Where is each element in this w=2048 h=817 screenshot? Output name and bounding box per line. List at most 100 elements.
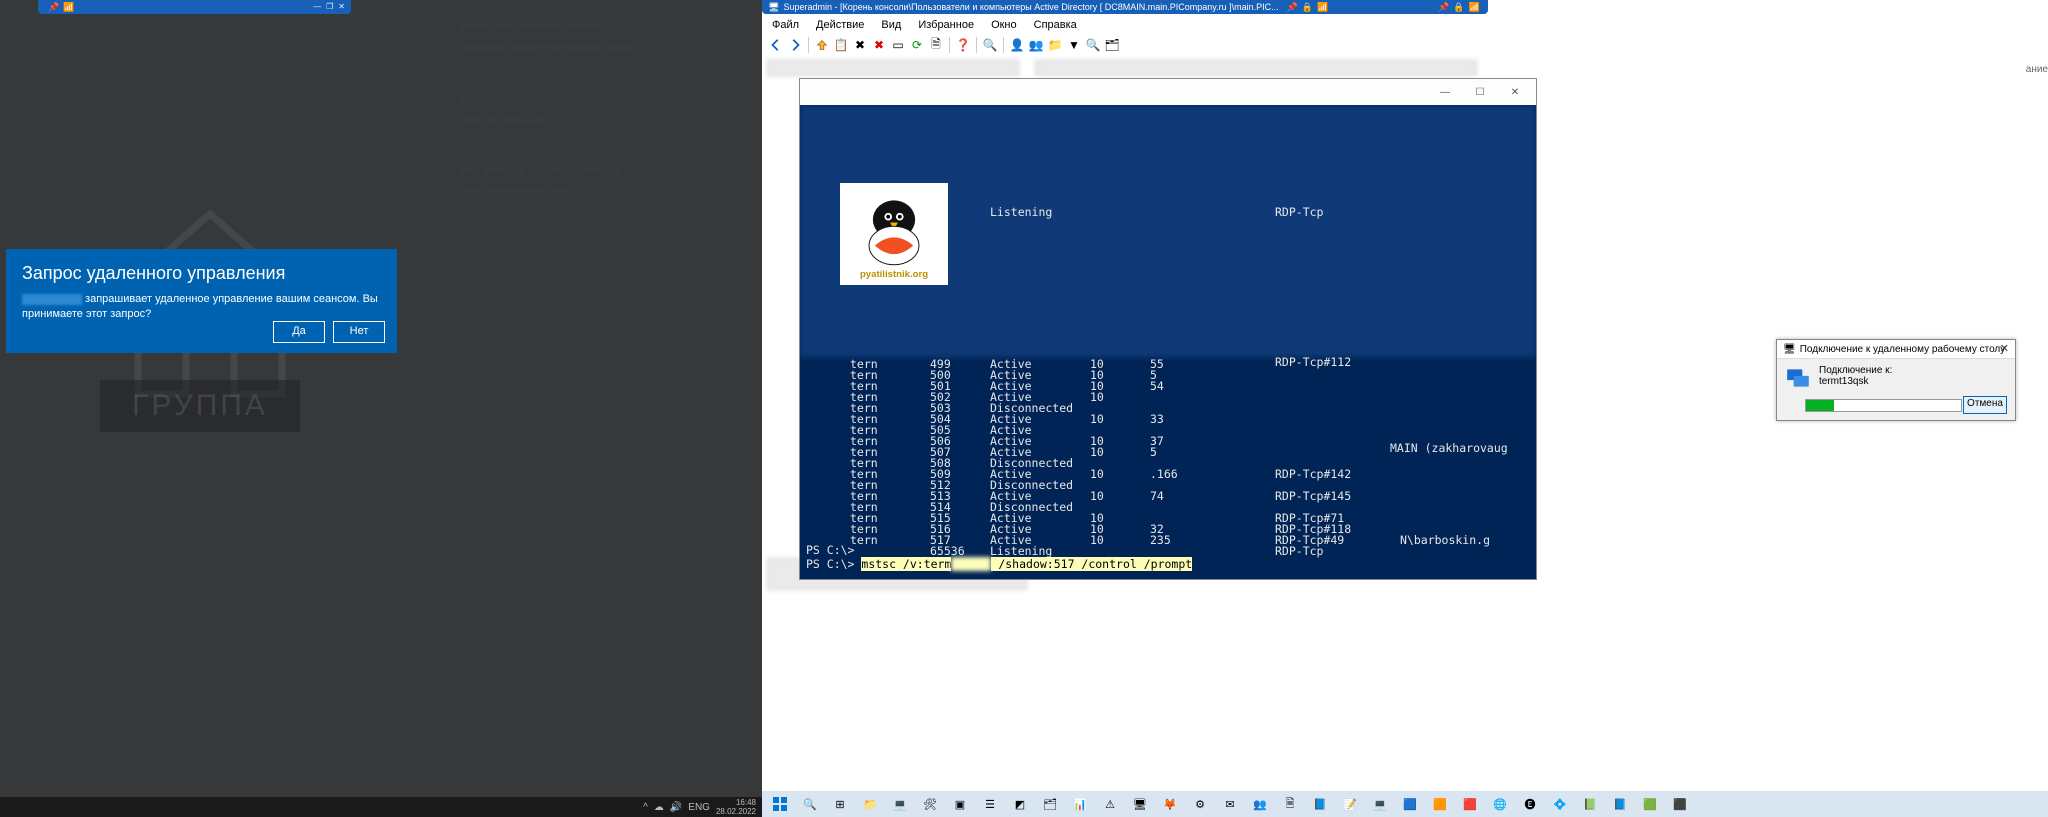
rdp-icon[interactable]: 🖥 [1126,793,1154,815]
remote-control-request-dialog: Запрос удаленного управления запрашивает… [6,249,397,353]
app-icon[interactable]: 🟥 [1456,793,1484,815]
find2-icon[interactable]: 🔍 [1085,37,1101,53]
new-group-icon[interactable]: 👥 [1028,37,1044,53]
powershell-window[interactable]: — ☐ ✕ tern499Active1055tern500Active105t… [799,78,1537,580]
ps-cell: 10 [1090,445,1104,459]
new-user-icon[interactable]: 👤 [1009,37,1025,53]
taskview-icon[interactable]: ⊞ [826,793,854,815]
mmc-icon: 🖥 [768,2,779,13]
bg-blur-text: ■■■■■ ■■■ ■■■■■■■ ■■■■■ [460,20,602,32]
lock-icon: 🔒 [1453,2,1464,13]
ps-top-proto: RDP-Tcp [1275,205,1323,219]
word-icon[interactable]: 📘 [1606,793,1634,815]
mmc-title-bar[interactable]: 🖥 Superadmin - [Корень консоли\Пользоват… [762,0,1488,14]
menu-file[interactable]: Файл [770,18,801,32]
app-icon[interactable]: 🟧 [1426,793,1454,815]
app-icon[interactable]: 🟦 [1396,793,1424,815]
search-icon[interactable]: 🔍 [796,793,824,815]
app-icon[interactable]: 🗎 [1276,793,1304,815]
ps-cell: 10 [1090,533,1104,547]
pin-icon: 📌 [1438,2,1449,13]
yes-button[interactable]: Да [273,321,325,343]
app-icon[interactable]: 🟩 [1636,793,1664,815]
tray-lang[interactable]: ENG [688,802,710,813]
tree-icon[interactable]: 🗂 [1104,37,1120,53]
teams-icon[interactable]: 👥 [1246,793,1274,815]
ps-cell: 10 [1090,489,1104,503]
app-icon[interactable]: 💠 [1546,793,1574,815]
forward-icon[interactable] [787,37,803,53]
close-icon[interactable]: ✕ [2000,342,2009,355]
delete-icon[interactable]: ✖ [871,37,887,53]
firefox-icon[interactable]: 🦊 [1156,793,1184,815]
tray-up-icon[interactable]: ^ [643,802,648,813]
ps-cmd-line: PS C:\> mstsc /v:term /shadow:517 /contr… [806,557,1192,571]
close-icon[interactable]: ✕ [1498,83,1532,103]
edge-icon[interactable]: 🅔 [1516,793,1544,815]
minimize-icon[interactable]: — [1428,83,1462,103]
rdp-host: termt13qsk [1819,376,1892,387]
powershell-body: tern499Active1055tern500Active105tern501… [800,105,1536,579]
ps-cell: 65536 [930,544,965,558]
new-ou-icon[interactable]: 📁 [1047,37,1063,53]
app-icon[interactable]: 📊 [1066,793,1094,815]
ps-cell: RDP-Tcp#145 [1275,489,1351,503]
properties-icon[interactable]: ▭ [890,37,906,53]
bg-blur-text: ■■■■■■■ ■■■■■ ■■ ■■■■■■ ■■■■ [460,42,632,54]
filter-icon[interactable]: ▼ [1066,37,1082,53]
ps-cell: 10 [1090,390,1104,404]
menu-view[interactable]: Вид [879,18,903,32]
ps-cell: 5 [1150,445,1157,459]
back-icon[interactable] [768,37,784,53]
up-icon[interactable] [814,37,830,53]
excel-icon[interactable]: 📗 [1576,793,1604,815]
second-session-bar[interactable]: 📌 🔒 📶 [1432,0,1482,14]
pin-icon: 📌 [48,2,59,13]
rdp-connecting-dialog: 🖥 Подключение к удаленному рабочему стол… [1776,339,2016,421]
find-icon[interactable]: 🔍 [982,37,998,53]
cut-icon[interactable]: 📋 [833,37,849,53]
ps-cell: 54 [1150,379,1164,393]
menu-help[interactable]: Справка [1032,18,1079,32]
minimize-icon[interactable]: — [313,2,321,11]
app-icon[interactable]: ⚠ [1096,793,1124,815]
refresh-icon[interactable]: ⟳ [909,37,925,53]
powershell-title-bar[interactable]: — ☐ ✕ [800,79,1536,106]
start-button[interactable] [766,793,794,815]
tray-sound-icon[interactable]: 🔊 [670,802,682,813]
delete-spec-icon[interactable]: ✖ [852,37,868,53]
tool-icon[interactable]: 🛠 [916,793,944,815]
mmc-blur-header [767,60,1019,76]
app-icon[interactable]: ☰ [976,793,1004,815]
powershell-icon[interactable]: ▣ [946,793,974,815]
mmc-toolbar: 📋 ✖ ✖ ▭ ⟳ 🗎 ❓ 🔍 👤 👥 📁 ▼ 🔍 🗂 [762,34,2048,57]
menu-action[interactable]: Действие [814,18,866,32]
right-admin-screen: 🖥 Superadmin - [Корень консоли\Пользоват… [762,0,2048,817]
app-icon[interactable]: 📘 [1306,793,1334,815]
explorer-icon[interactable]: 📁 [856,793,884,815]
app-icon[interactable]: ⚙ [1186,793,1214,815]
rdp-session-bar[interactable]: 📌 📶 — ❐ ✕ [38,0,351,14]
no-button[interactable]: Нет [333,321,385,343]
outlook-icon[interactable]: ✉ [1216,793,1244,815]
menu-window[interactable]: Окно [989,18,1019,32]
app-icon[interactable]: 🗂 [1036,793,1064,815]
putty-icon[interactable]: 💻 [1366,793,1394,815]
right-taskbar: 🔍 ⊞ 📁 💻 🛠 ▣ ☰ ◩ 🗂 📊 ⚠ 🖥 🦊 ⚙ ✉ 👥 🗎 📘 📝 💻 … [762,791,2048,817]
app-icon[interactable]: ⬛ [1666,793,1694,815]
chrome-icon[interactable]: 🌐 [1486,793,1514,815]
svg-text:pyatilistnik.org: pyatilistnik.org [860,269,928,280]
menu-favorites[interactable]: Избранное [916,18,976,32]
close-icon[interactable]: ✕ [338,2,345,11]
app-icon[interactable]: ◩ [1006,793,1034,815]
restore-icon[interactable]: ❐ [326,2,333,11]
tray-icon[interactable]: ☁ [654,802,664,813]
notepadpp-icon[interactable]: 📝 [1336,793,1364,815]
help-icon[interactable]: ❓ [955,37,971,53]
export-icon[interactable]: 🗎 [928,37,944,53]
ps-cell: 33 [1150,412,1164,426]
terminal-icon[interactable]: 💻 [886,793,914,815]
left-taskbar: ^ ☁ 🔊 ENG 16:48 28.02.2022 [0,797,762,817]
maximize-icon[interactable]: ☐ [1463,83,1497,103]
cancel-button[interactable]: Отмена [1963,396,2007,414]
